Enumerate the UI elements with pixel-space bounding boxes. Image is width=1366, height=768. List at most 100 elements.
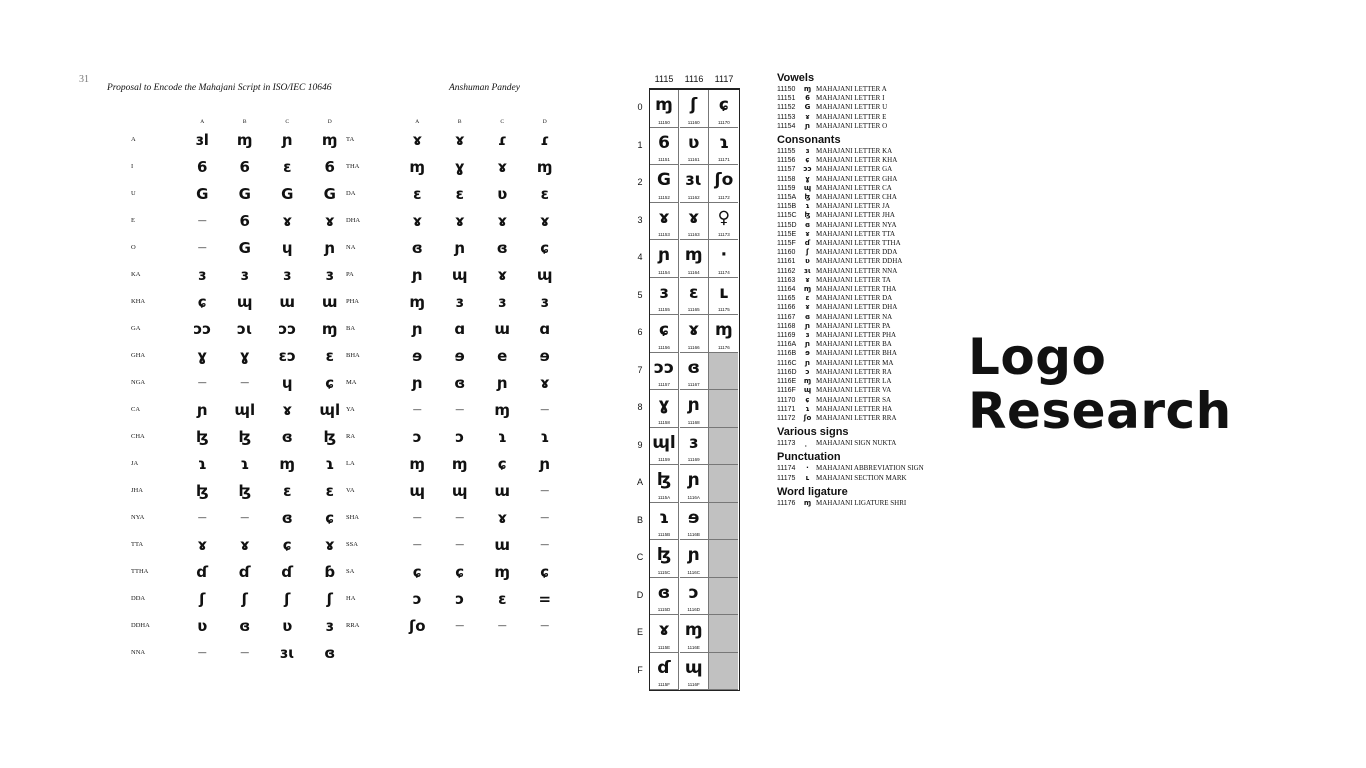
character-name: MAHAJANI LETTER DA: [816, 294, 893, 303]
character-glyph: ɔɔ: [803, 165, 812, 174]
glyph-sample: —: [455, 512, 465, 523]
glyph-sample: =: [538, 589, 552, 608]
code-chart-glyph: 6: [658, 132, 670, 153]
code-chart-glyph: ɣ: [658, 395, 670, 415]
name-list-entry: 1115E ɤ MAHAJANI LETTER TTA: [777, 230, 967, 239]
glyph-sample: e: [497, 346, 508, 365]
character-glyph: ɱ: [803, 377, 812, 386]
name-list-entry: 11157 ɔɔ MAHAJANI LETTER GA: [777, 165, 967, 174]
name-list-entry: 11155 ɜ MAHAJANI LETTER KA: [777, 147, 967, 156]
glyph-sample: —: [540, 512, 550, 523]
table-row: TA ɤ ɤ ɾ ɾ: [346, 126, 562, 153]
glyph-sample: ɤ: [497, 508, 508, 527]
glyph-sample: ɕ: [497, 454, 507, 473]
code-chart-codepoint: 11165: [687, 307, 700, 312]
glyph-sample: ʋ: [282, 616, 293, 635]
character-glyph: ɲ: [805, 358, 810, 367]
code-chart-cell: ɔ 1116D: [679, 577, 709, 615]
glyph-sample: ʃ: [199, 589, 206, 608]
character-name: MAHAJANI LETTER DHA: [816, 303, 898, 312]
codepoint: 11159: [777, 184, 796, 192]
codepoint: 1115E: [777, 230, 797, 238]
glyph-sample: ʃ: [284, 589, 291, 608]
code-chart-codepoint: 1116A: [687, 494, 700, 500]
code-chart-cell: ɔɔ 11157: [650, 352, 679, 390]
name-list-section: Word ligature 11176 ɱ MAHAJANI LIGATURE SHR…: [777, 486, 967, 508]
code-chart-glyph: ɱ: [684, 245, 703, 265]
code-chart-cell: ʟ 11175: [709, 278, 739, 315]
glyph-sample: ɜ: [283, 265, 292, 284]
codepoint: 11168: [777, 322, 796, 330]
glyph-sample: ɲ: [196, 400, 208, 419]
code-chart-codepoint: 11158: [658, 419, 670, 425]
code-chart-row-label: D: [636, 589, 644, 600]
name-list-entry: 11164 ɱ MAHAJANI LETTER THA: [777, 285, 967, 294]
proposal-page: 31 Proposal to Encode the Mahajani Scrip…: [76, 74, 562, 688]
name-list-entry: 11170 ɕ MAHAJANI LETTER SA: [777, 396, 967, 405]
table-row: KHA ɕ ɰ ɯ ɯ: [131, 288, 351, 315]
glyph-sample: G: [281, 184, 294, 203]
code-chart-column-header: 1116: [684, 74, 704, 84]
code-chart-empty-cell: [709, 577, 739, 615]
character-name: MAHAJANI LETTER PA: [816, 321, 891, 330]
glyph-sample: ɓ: [324, 562, 336, 581]
glyph-sample: ɤ: [412, 130, 423, 149]
code-chart-empty-cell: [709, 615, 739, 653]
codepoint: 11173: [777, 440, 796, 448]
code-chart-codepoint: 11170: [717, 119, 730, 125]
table-row-label: BA: [346, 325, 356, 332]
table-row-label: DDA: [131, 595, 146, 602]
character-glyph: ɜ: [805, 331, 810, 340]
character-name: MAHAJANI LETTER GHA: [816, 174, 898, 183]
glyph-sample: ɜ: [325, 616, 334, 635]
table-column-header: A: [200, 119, 205, 125]
glyph-sample: ɔɩ: [237, 319, 253, 338]
glyph-sample: ɿ: [325, 454, 335, 473]
codepoint: 1116B: [777, 350, 797, 358]
codepoint: 11174: [777, 465, 796, 473]
table-row: BHA ɘ ɘ e ɘ: [346, 342, 562, 369]
table-row-label: PHA: [346, 298, 360, 305]
glyph-sample: ɕ: [197, 292, 207, 311]
character-glyph: ɿ: [805, 404, 810, 413]
code-chart-codepoint: 11173: [717, 232, 730, 237]
code-chart-cell: ɤ 11163: [679, 202, 709, 240]
name-list-entry: 1115B ɿ MAHAJANI LETTER JA: [777, 202, 967, 211]
code-chart-codepoint: 11176: [717, 344, 730, 350]
glyph-sample: ɰ: [451, 265, 468, 284]
code-chart-codepoint: 1115A: [657, 494, 671, 500]
character-name: MAHAJANI LETTER NYA: [816, 220, 897, 229]
glyph-sample: —: [540, 539, 550, 550]
glyph-sample: ɤ: [282, 211, 293, 230]
character-glyph: ɲ: [805, 121, 810, 130]
table-row: MA ɲ ɞ ɲ ɤ: [346, 369, 562, 396]
name-list-section: Various signs11173̣MAHAJANI SIGN NUKTA: [777, 426, 967, 448]
glyph-sample: ɞ: [281, 508, 293, 527]
character-glyph: ɲ: [805, 340, 810, 349]
glyph-sample: ɲ: [411, 265, 423, 284]
code-chart-glyph: ʃo: [714, 170, 734, 190]
character-name: MAHAJANI LETTER JA: [816, 202, 890, 211]
glyph-sample: ɔ: [412, 589, 422, 608]
name-list-entry: 1115D ɞ MAHAJANI LETTER NYA: [777, 221, 967, 230]
table-row-label: KHA: [131, 298, 146, 305]
table-row: THA ɱ ɣ ɤ ɱ: [346, 153, 562, 180]
section-heading: Punctuation: [777, 451, 841, 464]
table-row-label: CHA: [131, 433, 145, 440]
code-chart-glyph: ♀: [717, 207, 731, 228]
name-list-entry: 11169 ɜ MAHAJANI LETTER PHA: [777, 331, 967, 340]
code-chart-glyph: ɱ: [684, 620, 703, 640]
table-column-header: A: [415, 119, 420, 125]
glyph-sample: ɑ: [539, 319, 551, 338]
glyph-sample: ɥ: [281, 238, 293, 257]
code-chart-row-label: 9: [637, 439, 643, 450]
table-row-label: O: [131, 244, 136, 251]
character-glyph: ʋ: [805, 257, 810, 266]
glyph-sample: ɰ: [409, 481, 426, 500]
glyph-sample: ʃ: [241, 589, 248, 608]
glyph-sample: ɰl: [319, 400, 341, 419]
code-chart-codepoint: 11154: [658, 269, 670, 275]
glyph-sample: ɗ: [281, 562, 294, 581]
glyph-sample: ɞ: [324, 643, 336, 662]
code-chart-cell: ɰl 11159: [650, 427, 679, 465]
